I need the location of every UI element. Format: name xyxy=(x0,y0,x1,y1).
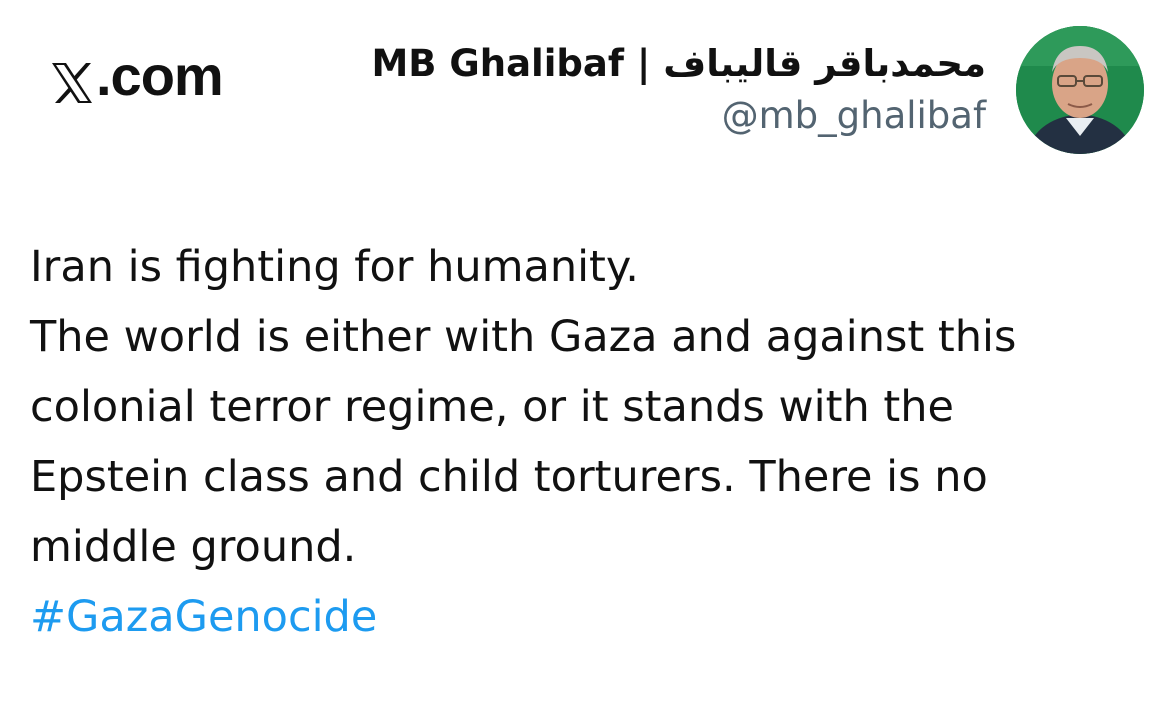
author-info: MB Ghalibaf | محمدباقر قالیباف @mb_ghali… xyxy=(371,40,986,140)
tweet-line: Iran is fighting for humanity. xyxy=(30,242,639,292)
author-display-name[interactable]: MB Ghalibaf | محمدباقر قالیباف xyxy=(371,40,986,88)
tweet-text: Iran is fighting for humanity. The world… xyxy=(30,232,1140,652)
x-logo[interactable]: .com xyxy=(50,40,224,110)
author-header: MB Ghalibaf | محمدباقر قالیباف @mb_ghali… xyxy=(371,26,1144,154)
tweet-card: .com MB Ghalibaf | محمدباقر قالیباف @mb_… xyxy=(0,0,1170,718)
tweet-line: Epstein class and child torturers. There… xyxy=(30,452,988,502)
site-label: .com xyxy=(96,43,224,107)
tweet-line: The world is either with Gaza and agains… xyxy=(30,312,1017,362)
tweet-line: colonial terror regime, or it stands wit… xyxy=(30,382,954,432)
hashtag-link[interactable]: #GazaGenocide xyxy=(30,582,1140,652)
author-handle[interactable]: @mb_ghalibaf xyxy=(722,92,986,140)
avatar[interactable] xyxy=(1016,26,1144,154)
profile-photo-icon xyxy=(1016,26,1144,154)
x-icon xyxy=(50,53,94,103)
tweet-line: middle ground. xyxy=(30,522,357,572)
